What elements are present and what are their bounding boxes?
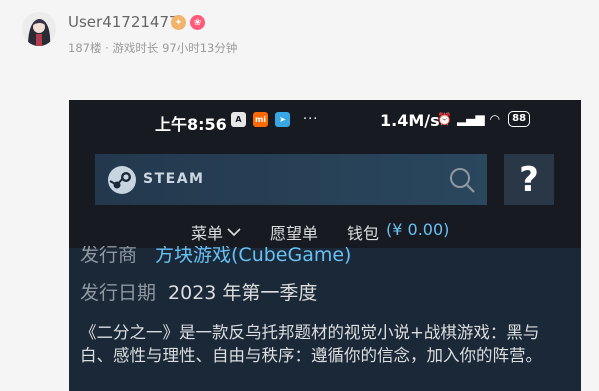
release-date-label: 发行日期 — [80, 282, 157, 304]
steam-header: STEAM ? — [69, 140, 581, 212]
level-badge-icon: ✦ — [171, 15, 186, 30]
search-icon[interactable] — [448, 166, 476, 194]
publisher-link[interactable]: 方块游戏(CubeGame) — [155, 246, 351, 266]
publisher-label: 发行商 — [80, 246, 138, 266]
honor-badge-icon: ❀ — [190, 15, 205, 30]
steam-logo-icon — [108, 166, 136, 194]
game-description: 《二分之一》是一款反乌托邦题材的视觉小说+战棋游戏：黑与白、感性与理性、自由与秩… — [80, 323, 542, 365]
telegram-icon: ➤ — [275, 112, 290, 127]
nav-menu-button[interactable]: 菜单 — [191, 220, 241, 244]
nav-wallet-link[interactable]: 钱包 — [347, 220, 379, 244]
publisher-row: 发行商 方块游戏(CubeGame) — [80, 246, 580, 266]
alarm-icon: ⏰ — [437, 112, 452, 126]
steam-search-bar[interactable]: STEAM — [95, 154, 487, 205]
status-time: 上午8:56 — [155, 115, 227, 134]
avatar[interactable] — [22, 12, 56, 46]
username[interactable]: User41721477 — [68, 13, 179, 31]
game-info: 发行商 方块游戏(CubeGame) 发行日期 2023 年第一季度 《二分之一》是… — [69, 246, 581, 391]
wifi-icon: ◠ — [489, 112, 501, 126]
battery-icon: 88 — [508, 111, 531, 127]
nav-wishlist-link[interactable]: 愿望单 — [270, 220, 318, 244]
status-system-icons: ⏰ ▂▄▆ ◠ 88 — [437, 111, 531, 127]
status-app-icons: A mi ➤ ··· — [231, 112, 318, 127]
embedded-screenshot: 上午8:56 A mi ➤ ··· 1.4M/s ⏰ ▂▄▆ ◠ 88 STEA… — [69, 100, 581, 391]
phone-status-bar: 上午8:56 A mi ➤ ··· 1.4M/s ⏰ ▂▄▆ ◠ 88 — [69, 100, 581, 140]
more-notifications-icon: ··· — [303, 112, 319, 127]
mi-icon: mi — [253, 112, 268, 127]
release-date-value: 2023 年第一季度 — [168, 282, 318, 304]
post-header: User41721477 ✦ ❀ 187楼 · 游戏时长 97小时13分钟 — [0, 0, 599, 100]
signal-icon: ▂▄▆ — [456, 112, 485, 126]
steam-nav-bar: 菜单 愿望单 钱包 (¥ 0.00) — [69, 212, 581, 248]
chevron-down-icon — [227, 228, 241, 237]
release-date-row: 发行日期 2023 年第一季度 — [80, 278, 317, 305]
network-speed: 1.4M/s — [380, 111, 440, 130]
wallet-balance[interactable]: (¥ 0.00) — [386, 220, 449, 239]
post-meta: 187楼 · 游戏时长 97小时13分钟 — [68, 41, 238, 55]
a-icon: A — [231, 112, 246, 127]
nav-menu-label: 菜单 — [191, 224, 224, 243]
help-button[interactable]: ? — [504, 154, 554, 205]
user-badges: ✦ ❀ — [171, 15, 205, 30]
steam-logo-text: STEAM — [143, 171, 205, 187]
